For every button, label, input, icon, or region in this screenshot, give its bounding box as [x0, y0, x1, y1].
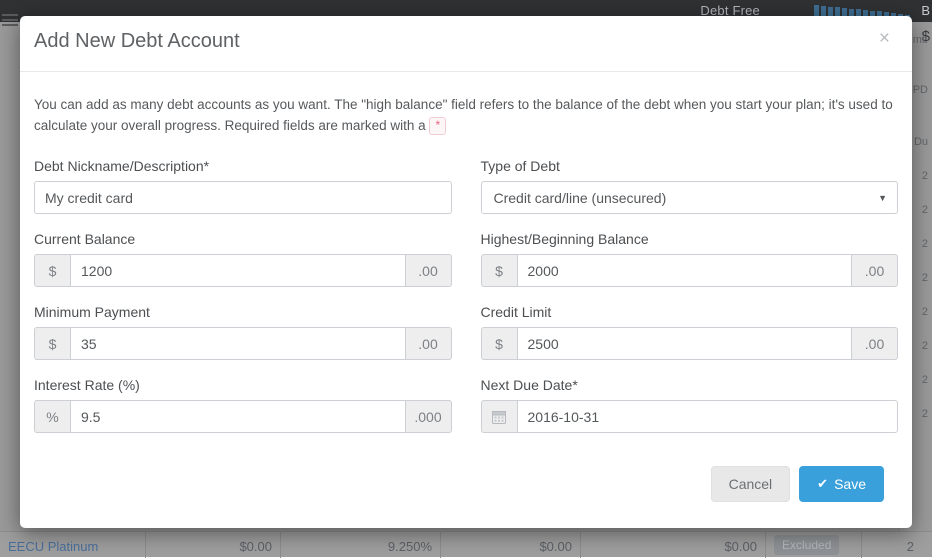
label-minimum-payment: Minimum Payment [34, 304, 452, 320]
type-of-debt-selected-value: Credit card/line (unsecured) [494, 190, 667, 206]
modal-header: Add New Debt Account × [20, 16, 912, 72]
next-due-date-control [481, 400, 899, 433]
dollar-sign-icon: $ [481, 327, 517, 360]
table-partial-header: mt. [913, 34, 928, 46]
field-group-minimum-payment: Minimum Payment $ .00 [34, 304, 452, 360]
table-cell-balance: $0.00 [146, 532, 281, 558]
status-badge: Excluded [774, 535, 839, 555]
table-row: 2 [922, 272, 928, 284]
field-group-type-of-debt: Type of Debt Credit card/line (unsecured… [481, 158, 899, 214]
required-field-marker: * [429, 117, 446, 135]
interest-rate-control: % .000 [34, 400, 452, 433]
debt-account-form: Debt Nickname/Description* Type of Debt … [34, 158, 898, 450]
table-partial-header: PD [913, 84, 928, 96]
modal-intro-sentence: You can add as many debt accounts as you… [34, 97, 893, 133]
decimal-suffix: .000 [406, 400, 452, 433]
table-row: 2 [922, 340, 928, 352]
decimal-suffix: .00 [852, 327, 898, 360]
percent-sign-icon: % [34, 400, 70, 433]
label-type-of-debt: Type of Debt [481, 158, 899, 174]
dollar-sign-icon: $ [34, 327, 70, 360]
decimal-suffix: .00 [852, 254, 898, 287]
decimal-suffix: .00 [406, 327, 452, 360]
label-nickname: Debt Nickname/Description* [34, 158, 452, 174]
field-group-current-balance: Current Balance $ .00 [34, 231, 452, 287]
label-credit-limit: Credit Limit [481, 304, 899, 320]
minimum-payment-input[interactable] [70, 327, 406, 360]
table-row: 2 [922, 374, 928, 386]
current-balance-input[interactable] [70, 254, 406, 287]
label-interest-rate: Interest Rate (%) [34, 377, 452, 393]
table-row: 2 [922, 238, 928, 250]
table-row[interactable]: EECU Platinum $0.00 9.250% $0.00 $0.00 E… [0, 531, 932, 557]
highest-balance-control: $ .00 [481, 254, 899, 287]
field-group-credit-limit: Credit Limit $ .00 [481, 304, 899, 360]
table-cell-status: Excluded [766, 532, 862, 558]
credit-limit-input[interactable] [517, 327, 853, 360]
table-row: 2 [922, 170, 928, 182]
add-debt-account-modal: Add New Debt Account × You can add as ma… [20, 16, 912, 528]
topbar-right-letter: B [921, 3, 930, 18]
table-cell-rate: 9.250% [281, 532, 441, 558]
check-icon: ✔ [817, 475, 828, 493]
modal-footer: Cancel ✔ Save [34, 450, 898, 502]
close-icon[interactable]: × [875, 27, 894, 50]
modal-intro-text: You can add as many debt accounts as you… [34, 94, 894, 136]
label-next-due-date: Next Due Date* [481, 377, 899, 393]
chevron-down-icon: ▼ [878, 193, 887, 203]
dollar-sign-icon: $ [34, 254, 70, 287]
type-of-debt-control: Credit card/line (unsecured) ▼ [481, 181, 899, 214]
table-cell-due: 2 [862, 532, 922, 558]
type-of-debt-select[interactable]: Credit card/line (unsecured) ▼ [481, 181, 899, 214]
next-due-date-input[interactable] [517, 400, 899, 433]
decimal-suffix: .00 [406, 254, 452, 287]
table-row: 2 [922, 306, 928, 318]
save-button-label: Save [834, 475, 866, 493]
dollar-sign-icon: $ [481, 254, 517, 287]
field-group-next-due-date: Next Due Date* [481, 377, 899, 433]
current-balance-control: $ .00 [34, 254, 452, 287]
cancel-button[interactable]: Cancel [711, 466, 791, 502]
calendar-icon[interactable] [481, 400, 517, 433]
field-group-interest-rate: Interest Rate (%) % .000 [34, 377, 452, 433]
table-cell-account-name[interactable]: EECU Platinum [0, 532, 146, 558]
field-group-highest-balance: Highest/Beginning Balance $ .00 [481, 231, 899, 287]
nickname-control [34, 181, 452, 214]
label-highest-balance: Highest/Beginning Balance [481, 231, 899, 247]
credit-limit-control: $ .00 [481, 327, 899, 360]
table-row: 2 [922, 408, 928, 420]
table-row: 2 [922, 204, 928, 216]
table-partial-column-label: Du [914, 136, 928, 148]
label-current-balance: Current Balance [34, 231, 452, 247]
table-cell-payment: $0.00 [441, 532, 581, 558]
highest-balance-input[interactable] [517, 254, 853, 287]
page-title: Add New Debt Account [34, 30, 240, 53]
field-group-nickname: Debt Nickname/Description* [34, 158, 452, 214]
save-button[interactable]: ✔ Save [799, 466, 884, 502]
interest-rate-input[interactable] [70, 400, 406, 433]
nickname-input[interactable] [34, 181, 452, 214]
modal-body: You can add as many debt accounts as you… [20, 72, 912, 502]
minimum-payment-control: $ .00 [34, 327, 452, 360]
table-cell-extra: $0.00 [581, 532, 766, 558]
